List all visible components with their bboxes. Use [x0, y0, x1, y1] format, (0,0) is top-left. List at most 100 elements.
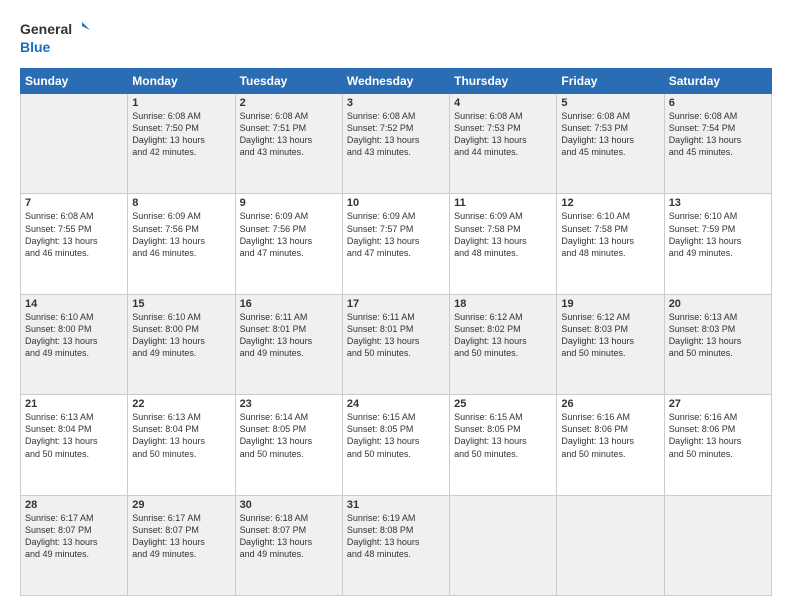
- calendar-week-row: 28Sunrise: 6:17 AM Sunset: 8:07 PM Dayli…: [21, 495, 772, 595]
- calendar-cell: 6Sunrise: 6:08 AM Sunset: 7:54 PM Daylig…: [664, 94, 771, 194]
- day-number: 23: [240, 398, 338, 410]
- day-number: 24: [347, 398, 445, 410]
- calendar-cell: 20Sunrise: 6:13 AM Sunset: 8:03 PM Dayli…: [664, 294, 771, 394]
- day-number: 15: [132, 298, 230, 310]
- svg-text:Blue: Blue: [20, 39, 51, 55]
- calendar-cell: 17Sunrise: 6:11 AM Sunset: 8:01 PM Dayli…: [342, 294, 449, 394]
- page: General Blue SundayMondayTuesdayWednesda…: [0, 0, 792, 612]
- calendar-cell: 16Sunrise: 6:11 AM Sunset: 8:01 PM Dayli…: [235, 294, 342, 394]
- calendar-cell: 10Sunrise: 6:09 AM Sunset: 7:57 PM Dayli…: [342, 194, 449, 294]
- day-info: Sunrise: 6:13 AM Sunset: 8:04 PM Dayligh…: [132, 411, 230, 460]
- day-info: Sunrise: 6:11 AM Sunset: 8:01 PM Dayligh…: [240, 311, 338, 360]
- day-info: Sunrise: 6:08 AM Sunset: 7:55 PM Dayligh…: [25, 210, 123, 259]
- logo-svg: General Blue: [20, 16, 90, 58]
- calendar-cell: 11Sunrise: 6:09 AM Sunset: 7:58 PM Dayli…: [450, 194, 557, 294]
- weekday-header: Saturday: [664, 69, 771, 94]
- calendar-cell: [557, 495, 664, 595]
- day-info: Sunrise: 6:19 AM Sunset: 8:08 PM Dayligh…: [347, 512, 445, 561]
- calendar-cell: 3Sunrise: 6:08 AM Sunset: 7:52 PM Daylig…: [342, 94, 449, 194]
- calendar-cell: 24Sunrise: 6:15 AM Sunset: 8:05 PM Dayli…: [342, 395, 449, 495]
- calendar-cell: 15Sunrise: 6:10 AM Sunset: 8:00 PM Dayli…: [128, 294, 235, 394]
- day-info: Sunrise: 6:12 AM Sunset: 8:03 PM Dayligh…: [561, 311, 659, 360]
- day-info: Sunrise: 6:08 AM Sunset: 7:50 PM Dayligh…: [132, 110, 230, 159]
- calendar-cell: 23Sunrise: 6:14 AM Sunset: 8:05 PM Dayli…: [235, 395, 342, 495]
- day-info: Sunrise: 6:15 AM Sunset: 8:05 PM Dayligh…: [347, 411, 445, 460]
- calendar-week-row: 14Sunrise: 6:10 AM Sunset: 8:00 PM Dayli…: [21, 294, 772, 394]
- day-info: Sunrise: 6:12 AM Sunset: 8:02 PM Dayligh…: [454, 311, 552, 360]
- calendar-cell: [664, 495, 771, 595]
- day-number: 3: [347, 97, 445, 109]
- weekday-header: Tuesday: [235, 69, 342, 94]
- weekday-header-row: SundayMondayTuesdayWednesdayThursdayFrid…: [21, 69, 772, 94]
- calendar-week-row: 7Sunrise: 6:08 AM Sunset: 7:55 PM Daylig…: [21, 194, 772, 294]
- day-number: 28: [25, 499, 123, 511]
- day-number: 4: [454, 97, 552, 109]
- day-number: 31: [347, 499, 445, 511]
- day-number: 10: [347, 197, 445, 209]
- day-info: Sunrise: 6:17 AM Sunset: 8:07 PM Dayligh…: [25, 512, 123, 561]
- day-info: Sunrise: 6:11 AM Sunset: 8:01 PM Dayligh…: [347, 311, 445, 360]
- calendar-cell: 1Sunrise: 6:08 AM Sunset: 7:50 PM Daylig…: [128, 94, 235, 194]
- day-info: Sunrise: 6:10 AM Sunset: 7:59 PM Dayligh…: [669, 210, 767, 259]
- svg-text:General: General: [20, 21, 72, 37]
- day-number: 13: [669, 197, 767, 209]
- day-number: 20: [669, 298, 767, 310]
- day-info: Sunrise: 6:08 AM Sunset: 7:52 PM Dayligh…: [347, 110, 445, 159]
- day-number: 5: [561, 97, 659, 109]
- day-info: Sunrise: 6:10 AM Sunset: 7:58 PM Dayligh…: [561, 210, 659, 259]
- day-number: 25: [454, 398, 552, 410]
- day-number: 29: [132, 499, 230, 511]
- weekday-header: Wednesday: [342, 69, 449, 94]
- day-number: 14: [25, 298, 123, 310]
- calendar-cell: [450, 495, 557, 595]
- day-info: Sunrise: 6:10 AM Sunset: 8:00 PM Dayligh…: [132, 311, 230, 360]
- day-number: 21: [25, 398, 123, 410]
- day-info: Sunrise: 6:09 AM Sunset: 7:58 PM Dayligh…: [454, 210, 552, 259]
- day-number: 27: [669, 398, 767, 410]
- day-number: 16: [240, 298, 338, 310]
- day-number: 18: [454, 298, 552, 310]
- logo: General Blue: [20, 16, 90, 58]
- day-number: 7: [25, 197, 123, 209]
- day-info: Sunrise: 6:18 AM Sunset: 8:07 PM Dayligh…: [240, 512, 338, 561]
- day-info: Sunrise: 6:08 AM Sunset: 7:54 PM Dayligh…: [669, 110, 767, 159]
- calendar-cell: 4Sunrise: 6:08 AM Sunset: 7:53 PM Daylig…: [450, 94, 557, 194]
- calendar-cell: 12Sunrise: 6:10 AM Sunset: 7:58 PM Dayli…: [557, 194, 664, 294]
- calendar-week-row: 21Sunrise: 6:13 AM Sunset: 8:04 PM Dayli…: [21, 395, 772, 495]
- calendar-cell: 25Sunrise: 6:15 AM Sunset: 8:05 PM Dayli…: [450, 395, 557, 495]
- day-info: Sunrise: 6:08 AM Sunset: 7:53 PM Dayligh…: [454, 110, 552, 159]
- day-info: Sunrise: 6:09 AM Sunset: 7:57 PM Dayligh…: [347, 210, 445, 259]
- day-info: Sunrise: 6:13 AM Sunset: 8:03 PM Dayligh…: [669, 311, 767, 360]
- day-number: 2: [240, 97, 338, 109]
- day-number: 1: [132, 97, 230, 109]
- calendar-cell: 19Sunrise: 6:12 AM Sunset: 8:03 PM Dayli…: [557, 294, 664, 394]
- header: General Blue: [20, 16, 772, 58]
- calendar-cell: 5Sunrise: 6:08 AM Sunset: 7:53 PM Daylig…: [557, 94, 664, 194]
- calendar-cell: 7Sunrise: 6:08 AM Sunset: 7:55 PM Daylig…: [21, 194, 128, 294]
- day-info: Sunrise: 6:10 AM Sunset: 8:00 PM Dayligh…: [25, 311, 123, 360]
- day-info: Sunrise: 6:16 AM Sunset: 8:06 PM Dayligh…: [561, 411, 659, 460]
- day-info: Sunrise: 6:13 AM Sunset: 8:04 PM Dayligh…: [25, 411, 123, 460]
- day-info: Sunrise: 6:09 AM Sunset: 7:56 PM Dayligh…: [240, 210, 338, 259]
- day-number: 22: [132, 398, 230, 410]
- day-number: 30: [240, 499, 338, 511]
- calendar-cell: 18Sunrise: 6:12 AM Sunset: 8:02 PM Dayli…: [450, 294, 557, 394]
- day-number: 17: [347, 298, 445, 310]
- calendar-cell: 22Sunrise: 6:13 AM Sunset: 8:04 PM Dayli…: [128, 395, 235, 495]
- day-number: 6: [669, 97, 767, 109]
- calendar-cell: 31Sunrise: 6:19 AM Sunset: 8:08 PM Dayli…: [342, 495, 449, 595]
- weekday-header: Friday: [557, 69, 664, 94]
- weekday-header: Thursday: [450, 69, 557, 94]
- day-number: 9: [240, 197, 338, 209]
- day-info: Sunrise: 6:17 AM Sunset: 8:07 PM Dayligh…: [132, 512, 230, 561]
- day-number: 11: [454, 197, 552, 209]
- day-number: 8: [132, 197, 230, 209]
- calendar-cell: 29Sunrise: 6:17 AM Sunset: 8:07 PM Dayli…: [128, 495, 235, 595]
- calendar-cell: 9Sunrise: 6:09 AM Sunset: 7:56 PM Daylig…: [235, 194, 342, 294]
- calendar-cell: 13Sunrise: 6:10 AM Sunset: 7:59 PM Dayli…: [664, 194, 771, 294]
- weekday-header: Sunday: [21, 69, 128, 94]
- day-info: Sunrise: 6:16 AM Sunset: 8:06 PM Dayligh…: [669, 411, 767, 460]
- day-info: Sunrise: 6:08 AM Sunset: 7:51 PM Dayligh…: [240, 110, 338, 159]
- day-number: 19: [561, 298, 659, 310]
- calendar-cell: 8Sunrise: 6:09 AM Sunset: 7:56 PM Daylig…: [128, 194, 235, 294]
